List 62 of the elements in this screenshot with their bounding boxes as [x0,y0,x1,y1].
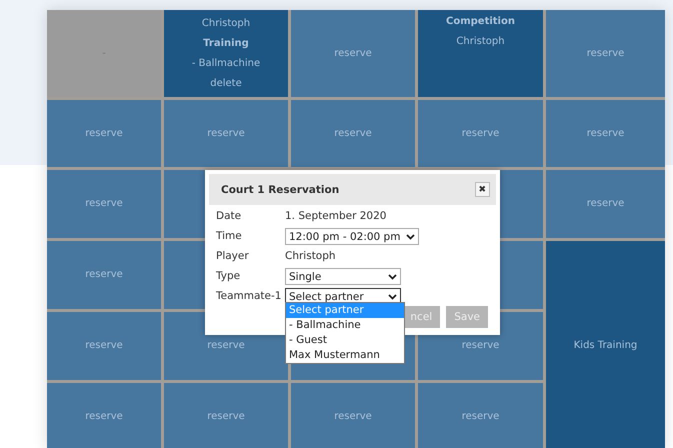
chevron-icon [388,274,397,280]
dropdown-option[interactable]: - Guest [286,333,404,348]
slot-text: reserve [334,46,372,60]
free-slot[interactable]: reserve [47,170,161,238]
slot-text: reserve [207,410,245,424]
slot-text: - [102,46,106,60]
blocked-slot[interactable]: - [47,10,161,97]
slot-text: Christoph [456,35,505,49]
slot-text: delete [210,76,242,90]
field-label: Teammate-1 [216,289,282,304]
slot-text: reserve [462,339,500,353]
slot-text: reserve [334,410,372,424]
free-slot[interactable]: reserve [291,100,415,167]
slot-text: reserve [85,410,123,424]
chevron-icon [406,234,416,240]
slot-text: reserve [334,126,372,140]
select-field[interactable]: Single [285,268,401,285]
field-label: Date [216,209,242,224]
free-slot[interactable]: reserve [291,10,415,97]
slot-text: reserve [586,46,624,60]
free-slot[interactable]: reserve [418,100,543,167]
slot-text: Kids Training [574,339,638,353]
dropdown-option[interactable]: Select partner [286,303,404,318]
booking-slot[interactable]: Kids Training [546,241,665,448]
free-slot[interactable]: reserve [47,383,161,448]
free-slot[interactable]: reserve [291,383,415,448]
slot-text: - Ballmachine [192,56,260,70]
slot-text: Christoph [202,16,250,30]
close-button[interactable]: ✖ [475,182,490,197]
slot-text: reserve [85,339,123,353]
slot-text: reserve [207,339,245,353]
save-button[interactable]: Save [446,306,488,328]
free-slot[interactable]: reserve [47,312,161,380]
slot-text: reserve [462,126,500,140]
slot-text: reserve [462,410,500,424]
chevron-icon [388,294,397,300]
slot-text: reserve [207,126,245,140]
slot-text: reserve [85,126,123,140]
field-label: Time [216,229,243,244]
free-slot[interactable]: reserve [47,241,161,309]
select-field[interactable]: 12:00 pm - 02:00 pm [285,228,420,245]
free-slot[interactable]: reserve [546,100,665,167]
dialog-title: Court 1 Reservation [221,184,340,196]
dropdown-option[interactable]: Max Mustermann [286,348,404,363]
field-value: 1. September 2020 [285,209,388,224]
slot-text: reserve [85,197,123,211]
slot-text: Training [203,36,249,50]
free-slot[interactable]: reserve [47,100,161,167]
slot-text: reserve [586,126,624,140]
free-slot[interactable]: reserve [164,100,288,167]
field-label: Player [216,249,250,264]
free-slot[interactable]: reserve [164,383,288,448]
booking-slot[interactable]: Christoph Training - Ballmachine delete [164,10,288,97]
slot-text: reserve [586,197,624,211]
free-slot[interactable]: reserve [546,10,665,97]
free-slot[interactable]: reserve [418,383,543,448]
slot-text: reserve [85,268,123,282]
free-slot[interactable]: reserve [546,170,665,238]
slot-text: Competition [446,15,515,29]
booking-slot[interactable]: Competition Christoph [418,10,543,97]
field-label: Type [216,269,242,284]
field-value: Christoph [285,249,337,264]
